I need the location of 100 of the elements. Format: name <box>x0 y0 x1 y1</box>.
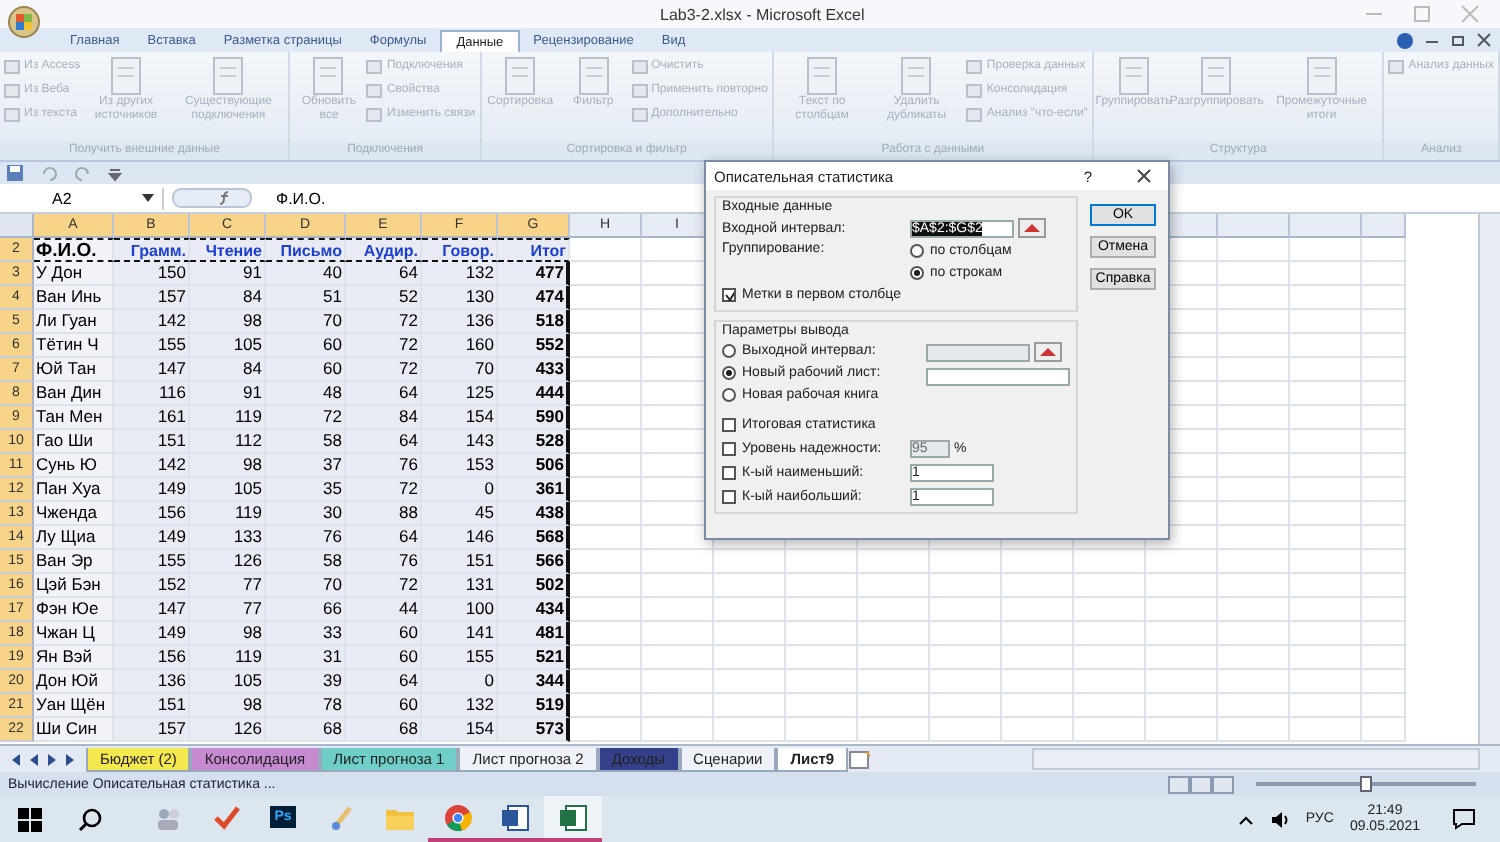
table-cell: 142 <box>114 310 190 334</box>
insert-sheet-icon[interactable] <box>848 749 873 769</box>
document-app-icon <box>501 803 529 831</box>
empty-cell <box>1218 430 1290 454</box>
radio-button[interactable] <box>722 388 736 402</box>
empty-cell <box>642 598 714 622</box>
radio-button[interactable] <box>910 266 924 280</box>
empty-cell <box>1218 238 1290 262</box>
table-cell: 68 <box>346 718 422 742</box>
function-icon[interactable] <box>172 188 252 208</box>
horizontal-scrollbar[interactable] <box>1032 748 1480 770</box>
range-picker-icon[interactable] <box>1034 342 1062 362</box>
search-icon[interactable] <box>78 807 102 831</box>
radio-button[interactable] <box>722 366 736 380</box>
table-cell: 433 <box>498 358 570 382</box>
table-cell: У Дон <box>34 262 114 286</box>
empty-cell <box>1218 334 1290 358</box>
command-icon <box>208 56 249 96</box>
table-cell: 60 <box>266 334 346 358</box>
empty-cell <box>858 550 930 574</box>
empty-cell <box>1362 262 1406 286</box>
table-cell: 155 <box>114 550 190 574</box>
input-field[interactable] <box>926 343 1030 361</box>
checkbox[interactable] <box>722 417 736 431</box>
windows-icon[interactable] <box>18 807 42 831</box>
command-icon <box>106 56 146 96</box>
empty-cell <box>1362 526 1406 550</box>
table-cell: 39 <box>266 670 346 694</box>
empty-cell <box>1146 646 1218 670</box>
table-cell: 149 <box>114 526 190 550</box>
empty-cell <box>1074 550 1146 574</box>
empty-cell <box>930 574 1002 598</box>
table-cell: 160 <box>422 334 498 358</box>
empty-cell <box>642 646 714 670</box>
empty-cell <box>1146 622 1218 646</box>
dropdown-icon[interactable] <box>142 194 154 202</box>
restore-icon[interactable] <box>1450 32 1466 48</box>
empty-cell <box>858 622 930 646</box>
vertical-scrollbar[interactable] <box>1478 214 1500 744</box>
range-picker-icon[interactable] <box>1018 218 1046 238</box>
folder-icon <box>385 805 413 829</box>
empty-cell <box>1290 478 1362 502</box>
empty-cell <box>1362 238 1406 262</box>
table-cell: Грамм. <box>114 238 190 262</box>
input-field[interactable] <box>926 367 1070 385</box>
empty-cell <box>642 670 714 694</box>
empty-cell <box>1362 574 1406 598</box>
empty-cell <box>1362 406 1406 430</box>
table-cell: 152 <box>114 574 190 598</box>
notification-icon[interactable] <box>1452 808 1476 830</box>
empty-cell <box>714 574 786 598</box>
empty-cell <box>1218 406 1290 430</box>
checkbox[interactable] <box>722 465 736 479</box>
window-title: Lab3-2.xlsx - Microsoft Excel <box>660 5 865 23</box>
table-cell: Юй Тан <box>34 358 114 382</box>
table-cell: 151 <box>422 550 498 574</box>
table-cell: 44 <box>346 598 422 622</box>
slider-thumb[interactable] <box>1360 776 1372 792</box>
table-cell: 552 <box>498 334 570 358</box>
spreadsheet-app-icon <box>559 803 587 831</box>
help-icon[interactable] <box>1396 31 1414 49</box>
empty-cell <box>714 646 786 670</box>
empty-cell <box>1002 694 1074 718</box>
empty-cell <box>1290 286 1362 310</box>
table-cell: 126 <box>190 718 266 742</box>
save-icon[interactable] <box>6 164 24 182</box>
table-cell: 474 <box>498 286 570 310</box>
table-cell: 45 <box>422 502 498 526</box>
empty-cell <box>1362 478 1406 502</box>
checkmark-icon <box>724 288 734 302</box>
table-cell: 72 <box>266 406 346 430</box>
table-cell: 77 <box>190 598 266 622</box>
empty-cell <box>858 670 930 694</box>
empty-cell <box>1362 670 1406 694</box>
table-cell: 78 <box>266 694 346 718</box>
close-icon[interactable] <box>1476 32 1492 48</box>
table-cell: 132 <box>422 262 498 286</box>
name-box[interactable]: A2 <box>0 187 164 209</box>
close-icon[interactable] <box>1136 168 1152 184</box>
command-icon <box>1388 59 1405 73</box>
table-cell: 60 <box>346 694 422 718</box>
customize-icon[interactable] <box>108 164 122 182</box>
chevron-up-icon[interactable] <box>1237 813 1254 825</box>
empty-cell <box>858 646 930 670</box>
table-cell: Чтение <box>190 238 266 262</box>
table-cell: 153 <box>422 454 498 478</box>
radio-button[interactable] <box>722 344 736 358</box>
table-cell: 154 <box>422 406 498 430</box>
command-icon <box>1196 56 1237 96</box>
radio-button[interactable] <box>910 244 924 258</box>
table-cell: 72 <box>346 310 422 334</box>
table-cell: 72 <box>346 478 422 502</box>
speaker-icon[interactable] <box>1269 809 1290 829</box>
taskbar-app[interactable] <box>544 796 602 842</box>
formula-field[interactable]: Ф.И.О. <box>276 189 326 207</box>
checkbox[interactable] <box>722 489 736 503</box>
table-cell: 150 <box>114 262 190 286</box>
checkbox[interactable] <box>722 288 736 302</box>
empty-cell <box>1290 646 1362 670</box>
table-cell: 76 <box>346 454 422 478</box>
